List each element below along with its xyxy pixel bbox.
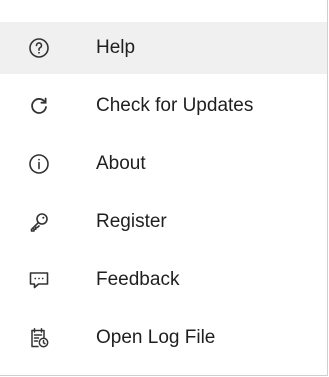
menu-item-feedback[interactable]: Feedback: [0, 254, 327, 306]
menu-item-label: Help: [96, 37, 136, 58]
menu-item-help[interactable]: Help: [0, 22, 327, 74]
menu-item-about[interactable]: About: [0, 138, 327, 190]
menu-item-label: About: [96, 153, 146, 174]
menu-item-open-log-file[interactable]: Open Log File: [0, 312, 327, 364]
refresh-icon: [26, 93, 52, 119]
help-menu: Help Check for Updates About Register Fe…: [0, 0, 328, 376]
menu-item-label: Register: [96, 211, 167, 232]
chat-bubble-icon: [26, 267, 52, 293]
help-circle-icon: [26, 35, 52, 61]
info-circle-icon: [26, 151, 52, 177]
menu-item-label: Open Log File: [96, 327, 216, 348]
menu-item-register[interactable]: Register: [0, 196, 327, 248]
menu-item-label: Check for Updates: [96, 95, 254, 116]
menu-item-check-for-updates[interactable]: Check for Updates: [0, 80, 327, 132]
log-file-icon: [26, 325, 52, 351]
key-icon: [26, 209, 52, 235]
menu-item-label: Feedback: [96, 269, 180, 290]
